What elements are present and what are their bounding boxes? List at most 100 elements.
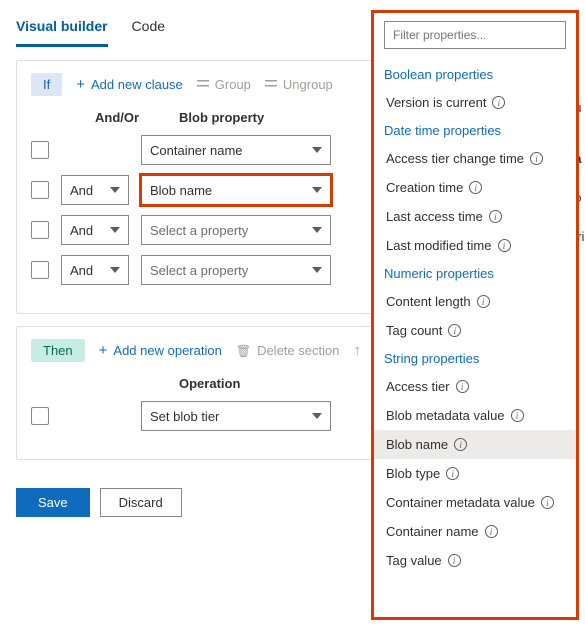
group-icon [197,80,209,90]
andor-value: And [70,223,93,238]
save-button[interactable]: Save [16,488,90,517]
group-label: Group [215,77,251,92]
discard-button[interactable]: Discard [100,488,182,517]
delete-section-button: Delete section [236,343,340,358]
header-operation: Operation [179,376,369,391]
property-group-label: Boolean properties [384,61,566,88]
info-icon[interactable]: i [448,554,461,567]
info-icon[interactable]: i [511,409,524,422]
property-option-label: Blob name [386,437,448,452]
blob-property-select[interactable]: Select a property [141,255,331,285]
property-option[interactable]: Container metadata value i [384,488,566,517]
property-option-label: Last access time [386,209,483,224]
property-option[interactable]: Last modified time i [384,231,566,260]
ungroup-icon [265,80,277,90]
property-group-label: String properties [384,345,566,372]
operation-select[interactable]: Set blob tier [141,401,331,431]
property-option-label: Access tier change time [386,151,524,166]
operation-select-value: Set blob tier [150,409,219,424]
chevron-down-icon [312,227,322,233]
property-dropdown-panel: Boolean properties Version is current i Dat… [371,10,579,620]
info-icon[interactable]: i [454,438,467,451]
delete-section-label: Delete section [257,343,339,358]
blob-property-value: Select a property [150,223,248,238]
property-option-label: Blob type [386,466,440,481]
property-group-label: Date time properties [384,117,566,144]
property-option[interactable]: Creation time i [384,173,566,202]
andor-select[interactable]: And [61,215,129,245]
info-icon[interactable]: i [446,467,459,480]
property-option[interactable]: Version is current i [384,88,566,117]
andor-select[interactable]: And [61,175,129,205]
add-new-operation-button[interactable]: + Add new operation [99,343,222,358]
row-checkbox[interactable] [31,181,49,199]
property-option-label: Tag count [386,323,442,338]
chevron-down-icon [110,187,120,193]
property-option-label: Creation time [386,180,463,195]
property-option[interactable]: Container name i [384,517,566,546]
property-option-label: Blob metadata value [386,408,505,423]
row-checkbox[interactable] [31,407,49,425]
chevron-down-icon [110,227,120,233]
blob-property-value: Blob name [150,183,212,198]
property-group-label: Numeric properties [384,260,566,287]
row-checkbox[interactable] [31,261,49,279]
blob-property-value: Select a property [150,263,248,278]
header-blob-property: Blob property [179,110,369,125]
property-option-label: Last modified time [386,238,492,253]
blob-property-select[interactable]: Container name [141,135,331,165]
ungroup-label: Ungroup [283,77,333,92]
property-option-label: Container name [386,524,479,539]
row-checkbox[interactable] [31,141,49,159]
property-option-label: Tag value [386,553,442,568]
blob-property-value: Container name [150,143,243,158]
row-checkbox[interactable] [31,221,49,239]
trash-icon [236,343,251,358]
info-icon[interactable]: i [492,96,505,109]
chevron-down-icon [312,147,322,153]
group-button: Group [197,77,251,92]
add-new-operation-label: Add new operation [113,343,221,358]
then-badge: Then [31,339,85,362]
info-icon[interactable]: i [469,181,482,194]
property-option[interactable]: Content length i [384,287,566,316]
tab-code[interactable]: Code [132,12,165,47]
property-option[interactable]: Tag value i [384,546,566,575]
chevron-down-icon [312,187,322,193]
filter-properties-input[interactable] [384,21,566,49]
info-icon[interactable]: i [541,496,554,509]
info-icon[interactable]: i [498,239,511,252]
chevron-down-icon [312,413,322,419]
plus-icon: + [76,77,85,92]
info-icon[interactable]: i [456,380,469,393]
if-badge: If [31,73,62,96]
ungroup-button: Ungroup [265,77,333,92]
plus-icon: + [99,343,108,358]
info-icon[interactable]: i [485,525,498,538]
property-option[interactable]: Tag count i [384,316,566,345]
blob-property-select[interactable]: Select a property [141,215,331,245]
property-option[interactable]: Blob metadata value i [384,401,566,430]
chevron-down-icon [110,267,120,273]
property-option[interactable]: Last access time i [384,202,566,231]
info-icon[interactable]: i [489,210,502,223]
property-option-label: Access tier [386,379,450,394]
blob-property-select[interactable]: Blob name [141,175,331,205]
header-andor: And/Or [95,110,163,125]
property-option[interactable]: Blob type i [384,459,566,488]
property-option-label: Container metadata value [386,495,535,510]
tab-visual-builder[interactable]: Visual builder [16,12,108,47]
property-option-label: Content length [386,294,471,309]
andor-value: And [70,263,93,278]
property-option[interactable]: Access tier i [384,372,566,401]
andor-select[interactable]: And [61,255,129,285]
chevron-down-icon [312,267,322,273]
add-new-clause-label: Add new clause [91,77,183,92]
property-option-label: Version is current [386,95,486,110]
info-icon[interactable]: i [530,152,543,165]
property-option[interactable]: Blob name i [374,430,576,459]
add-new-clause-button[interactable]: + Add new clause [76,77,183,92]
info-icon[interactable]: i [477,295,490,308]
info-icon[interactable]: i [448,324,461,337]
property-option[interactable]: Access tier change time i [384,144,566,173]
